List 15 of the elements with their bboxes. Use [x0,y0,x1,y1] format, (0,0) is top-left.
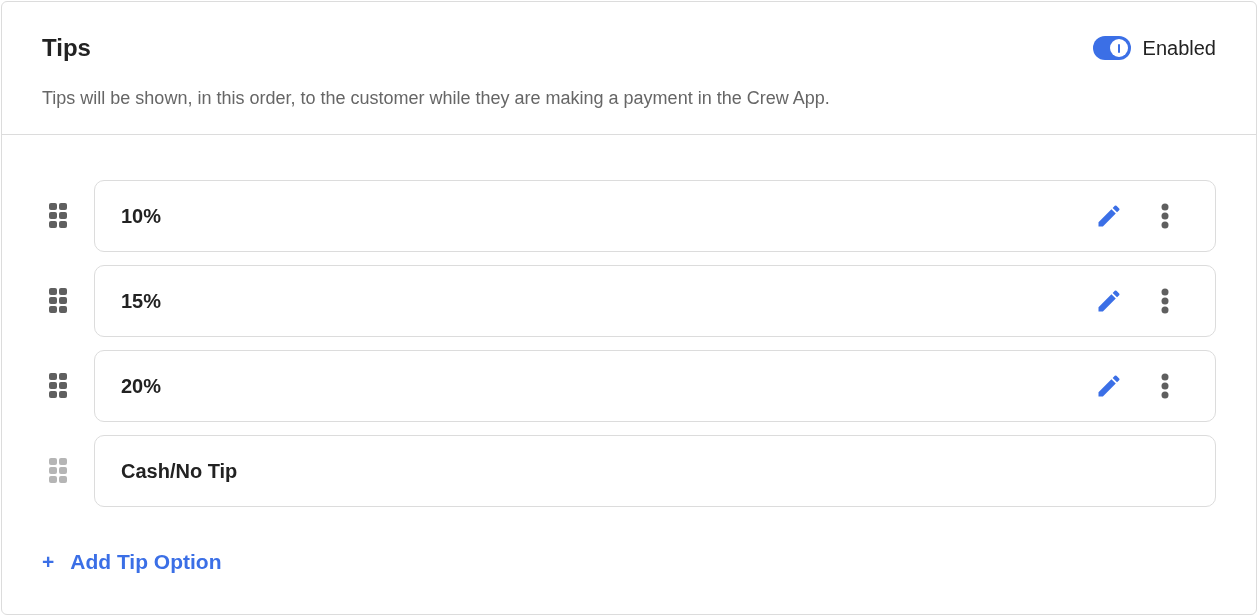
more-options-icon[interactable] [1161,373,1169,399]
toggle-label: Enabled [1142,36,1216,61]
section-description: Tips will be shown, in this order, to the customer while they are making a payment in the Crew App. [42,87,831,110]
tip-option-label: 10% [121,204,163,229]
drag-handle-icon[interactable] [49,203,67,229]
add-tip-option-link[interactable]: + Add Tip Option [42,546,222,578]
more-options-icon[interactable] [1161,203,1169,229]
drag-handle-icon[interactable] [49,288,67,314]
tip-option-label: 20% [121,374,163,399]
drag-handle-icon[interactable] [49,373,67,399]
section-title: Tips [42,33,91,63]
toggle-switch[interactable] [1092,36,1131,60]
tip-option-label: 15% [121,289,163,314]
more-options-icon[interactable] [1161,288,1169,314]
tip-option-label: Cash/No Tip [121,459,239,484]
